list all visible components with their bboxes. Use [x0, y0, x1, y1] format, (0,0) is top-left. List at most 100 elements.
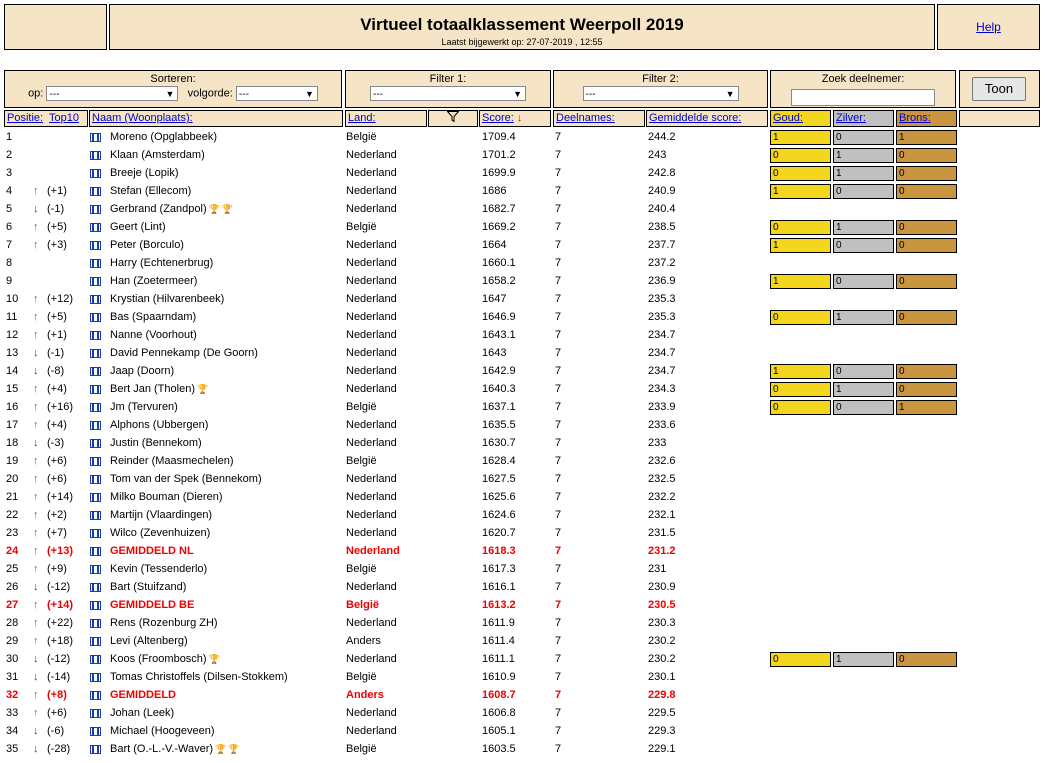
profile-icon[interactable] — [90, 727, 101, 739]
participant-name[interactable]: Breeje (Lopik) — [110, 167, 178, 179]
profile-icon[interactable] — [90, 583, 101, 595]
profile-icon[interactable] — [90, 385, 101, 397]
participant-name[interactable]: Klaan (Amsterdam) — [110, 149, 205, 161]
profile-icon[interactable] — [90, 241, 101, 253]
participant-name[interactable]: Justin (Bennekom) — [110, 437, 202, 449]
position-cell: 30 — [6, 653, 19, 665]
profile-icon[interactable] — [90, 313, 101, 325]
profile-icon[interactable] — [90, 619, 101, 631]
sort-deelnames-link[interactable]: Deelnames: — [556, 112, 615, 124]
participant-name[interactable]: Nanne (Voorhout) — [110, 329, 197, 341]
profile-icon[interactable] — [90, 403, 101, 415]
profile-icon[interactable] — [90, 151, 101, 163]
profile-icon[interactable] — [90, 331, 101, 343]
participant-name[interactable]: Levi (Altenberg) — [110, 635, 188, 647]
profile-icon[interactable] — [90, 637, 101, 649]
profile-icon[interactable] — [90, 565, 101, 577]
sort-positie-link[interactable]: Positie: — [7, 112, 43, 124]
profile-icon[interactable] — [90, 277, 101, 289]
help-link[interactable]: Help — [976, 20, 1001, 34]
sort-top10-link[interactable]: Top10 — [49, 112, 79, 124]
position-cell: 24 — [6, 545, 19, 557]
profile-icon[interactable] — [90, 133, 101, 145]
participant-name[interactable]: GEMIDDELD BE — [110, 599, 194, 611]
search-input[interactable] — [791, 89, 935, 106]
profile-icon[interactable] — [90, 673, 101, 685]
participant-name[interactable]: GEMIDDELD NL — [110, 545, 194, 557]
participant-name[interactable]: Bart (O.-L.-V.-Waver) 🏆 🏆 — [110, 743, 240, 755]
profile-icon[interactable] — [90, 205, 101, 217]
participant-name[interactable]: Peter (Borculo) — [110, 239, 184, 251]
profile-icon[interactable] — [90, 601, 101, 613]
sort-naam-link[interactable]: Naam (Woonplaats): — [92, 112, 193, 124]
participant-name[interactable]: Koos (Froombosch) 🏆 — [110, 653, 220, 665]
profile-icon[interactable] — [90, 367, 101, 379]
profile-icon[interactable] — [90, 295, 101, 307]
participant-name[interactable]: Kevin (Tessenderlo) — [110, 563, 207, 575]
participant-name[interactable]: Alphons (Ubbergen) — [110, 419, 208, 431]
participant-name[interactable]: Tomas Christoffels (Dilsen-Stokkem) — [110, 671, 288, 683]
sort-zilver-link[interactable]: Zilver: — [836, 112, 866, 124]
participant-name[interactable]: Geert (Lint) — [110, 221, 166, 233]
participant-name[interactable]: Bart (Stuifzand) — [110, 581, 186, 593]
participant-name[interactable]: Jm (Tervuren) — [110, 401, 178, 413]
profile-icon[interactable] — [90, 655, 101, 667]
participant-name[interactable]: Johan (Leek) — [110, 707, 174, 719]
profile-icon[interactable] — [90, 457, 101, 469]
profile-icon[interactable] — [90, 475, 101, 487]
profile-icon[interactable] — [90, 421, 101, 433]
average-cell: 230.2 — [648, 653, 676, 665]
sort-land-link[interactable]: Land: — [348, 112, 376, 124]
participant-name[interactable]: Martijn (Vlaardingen) — [110, 509, 212, 521]
profile-icon[interactable] — [90, 439, 101, 451]
participant-name[interactable]: Bas (Spaarndam) — [110, 311, 196, 323]
toon-button[interactable]: Toon — [972, 77, 1026, 101]
profile-icon[interactable] — [90, 709, 101, 721]
funnel-icon[interactable] — [446, 111, 460, 125]
profile-icon[interactable] — [90, 547, 101, 559]
filter1-select[interactable]: --- ▼ — [370, 86, 526, 101]
profile-icon[interactable] — [90, 187, 101, 199]
participant-name[interactable]: Han (Zoetermeer) — [110, 275, 197, 287]
sort-order-select[interactable]: --- ▼ — [235, 86, 318, 101]
participant-name[interactable]: Krystian (Hilvarenbeek) — [110, 293, 224, 305]
filter2-select[interactable]: --- ▼ — [582, 86, 739, 101]
gold-count: 0 — [770, 148, 831, 163]
participant-name[interactable]: Stefan (Ellecom) — [110, 185, 191, 197]
profile-icon[interactable] — [90, 745, 101, 757]
col-score: Score: ↓ — [479, 110, 551, 127]
participant-name[interactable]: Rens (Rozenburg ZH) — [110, 617, 218, 629]
deelnames-cell: 7 — [555, 617, 562, 629]
participant-name[interactable]: Bert Jan (Tholen) 🏆 — [110, 383, 208, 395]
participant-name[interactable]: Reinder (Maasmechelen) — [110, 455, 234, 467]
participant-name[interactable]: Milko Bouman (Dieren) — [110, 491, 222, 503]
participant-name[interactable]: Tom van der Spek (Bennekom) — [110, 473, 262, 485]
sort-field-select[interactable]: --- ▼ — [46, 86, 179, 101]
deelnames-cell: 7 — [555, 347, 562, 359]
participant-name[interactable]: Jaap (Doorn) — [110, 365, 174, 377]
average-cell: 237.2 — [648, 257, 676, 269]
participant-name[interactable]: Moreno (Opglabbeek) — [110, 131, 217, 143]
profile-icon[interactable] — [90, 511, 101, 523]
profile-icon[interactable] — [90, 259, 101, 271]
profile-icon[interactable] — [90, 349, 101, 361]
table-row: 19 ↑ (+6) Reinder (Maasmechelen) België 1628.… — [0, 453, 1045, 471]
sort-goud-link[interactable]: Goud: — [773, 112, 803, 124]
participant-name[interactable]: Wilco (Zevenhuizen) — [110, 527, 210, 539]
profile-icon[interactable] — [90, 169, 101, 181]
profile-icon[interactable] — [90, 493, 101, 505]
sort-gemiddelde-link[interactable]: Gemiddelde score: — [649, 112, 741, 124]
sort-brons-link[interactable]: Brons: — [899, 112, 931, 124]
participant-name[interactable]: Michael (Hoogeveen) — [110, 725, 215, 737]
profile-icon[interactable] — [90, 691, 101, 703]
profile-icon[interactable] — [90, 529, 101, 541]
participant-name[interactable]: Harry (Echtenerbrug) — [110, 257, 213, 269]
sort-score-link[interactable]: Score: — [482, 112, 514, 124]
profile-icon[interactable] — [90, 223, 101, 235]
average-cell: 243 — [648, 149, 667, 161]
participant-name[interactable]: David Pennekamp (De Goorn) — [110, 347, 258, 359]
deelnames-cell: 7 — [555, 581, 562, 593]
participant-name[interactable]: GEMIDDELD — [110, 689, 176, 701]
deelnames-cell: 7 — [555, 653, 562, 665]
participant-name[interactable]: Gerbrand (Zandpol) 🏆 🏆 — [110, 203, 233, 215]
